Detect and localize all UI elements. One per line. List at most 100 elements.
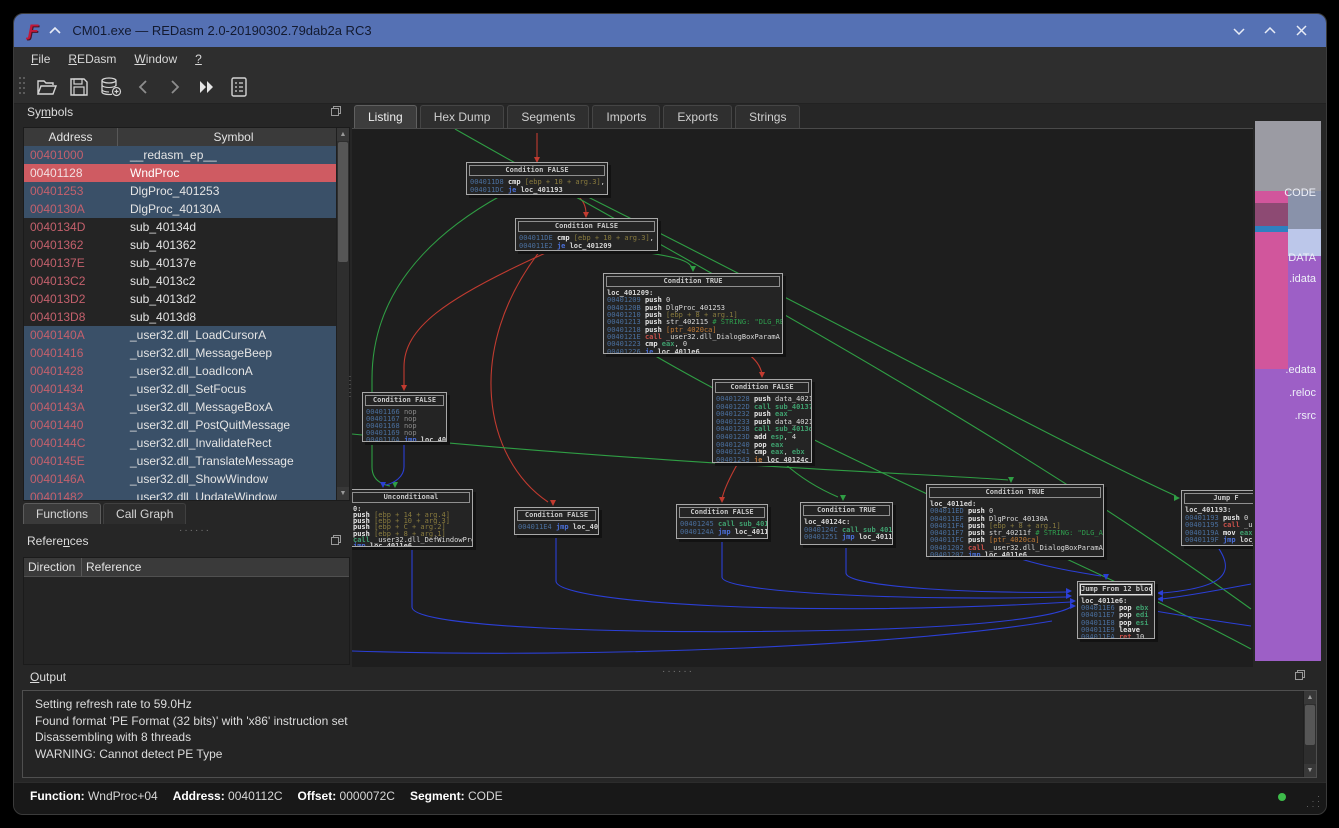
symbol-name: _user32.dll_LoadIconA [130,364,253,378]
goto-forward-button[interactable] [194,74,220,100]
block-code: loc_401193: 00401193 push 0 00401195 call … [1185,506,1253,545]
minimize-button[interactable] [1228,21,1250,41]
minimap-segment[interactable] [1255,232,1288,369]
minimap-segment[interactable] [1288,121,1321,191]
tab-functions[interactable]: Functions [23,503,102,524]
tab-segments[interactable]: Segments [507,105,590,128]
tab-hex-dump[interactable]: Hex Dump [419,105,505,128]
graph-block[interactable]: Condition FALSE 00401166 nop 00401167 nop 0… [362,392,447,442]
column-header-address[interactable]: Address [24,128,118,146]
symbol-row[interactable]: 0040134D sub_40134d [24,218,336,236]
back-button[interactable] [130,74,156,100]
tab-listing[interactable]: Listing [354,105,417,128]
toolbar-grip[interactable] [18,76,26,98]
symbol-row[interactable]: 00401440 _user32.dll_PostQuitMessage [24,416,336,434]
scroll-down-arrow[interactable]: ▼ [1304,764,1316,777]
block-header: Condition TRUE [803,505,890,516]
minimap-segment[interactable] [1255,369,1288,661]
symbol-row[interactable]: 00401362 sub_401362 [24,236,336,254]
symbol-row[interactable]: 00401434 _user32.dll_SetFocus [24,380,336,398]
resize-grip[interactable]: · · · · · · [1306,792,1320,811]
segment-label-edata: .edata [1285,364,1316,376]
window-shade-icon[interactable] [48,25,62,37]
open-file-button[interactable] [34,74,60,100]
tab-strings[interactable]: Strings [735,105,801,128]
menu-item-file[interactable]: File [22,49,59,69]
tab-imports[interactable]: Imports [592,105,661,128]
output-float-icon[interactable] [1294,669,1306,681]
symbol-row[interactable]: 0040143A _user32.dll_MessageBoxA [24,398,336,416]
forward-button[interactable] [162,74,188,100]
graph-block[interactable]: Condition FALSE 00401245 call sub_4013620… [676,504,768,539]
references-float-icon[interactable] [330,534,342,546]
close-button[interactable] [1290,21,1312,41]
graph-canvas[interactable]: Condition FALSE 004011D8 cmp [ebp + 10 + … [352,129,1253,667]
column-header-symbol[interactable]: Symbol [118,128,349,146]
segment-minimap[interactable]: CODE DATA .idata .edata .reloc .rsrc [1255,121,1321,661]
symbol-row[interactable]: 004013D2 sub_4013d2 [24,290,336,308]
scroll-up-arrow[interactable]: ▲ [337,128,349,141]
graph-block[interactable]: Condition TRUE loc_401209: 00401209 push 0… [603,273,783,354]
tab-exports[interactable]: Exports [663,105,733,128]
graph-block[interactable]: Condition TRUE loc_40124c: 0040124C call s… [800,502,893,545]
main-tab-bar: Listing Hex Dump Segments Imports Exports Str… [352,103,1253,129]
scroll-up-arrow[interactable]: ▲ [1304,691,1316,704]
symbol-row[interactable]: 0040130A DlgProc_40130A [24,200,336,218]
graph-block[interactable]: Condition FALSE 004011D8 cmp [ebp + 10 + … [466,162,608,195]
symbol-name: _user32.dll_LoadCursorA [130,328,267,342]
symbol-row[interactable]: 00401416 _user32.dll_MessageBeep [24,344,336,362]
block-header: Condition FALSE [517,510,596,521]
block-code: loc_4011ed: 004011ED push 0 004011EF push … [930,500,1103,557]
symbol-row[interactable]: 00401000 __redasm_ep__ [24,146,336,164]
symbol-row[interactable]: 004013C2 sub_4013c2 [24,272,336,290]
output-log-line: Disassembling with 8 threads [35,730,192,744]
menu-item-window[interactable]: Window [125,49,186,69]
symbol-address: 0040143A [30,400,85,414]
symbol-address: 0040134D [30,220,86,234]
minimap-segment[interactable] [1255,191,1288,203]
minimap-segment[interactable] [1255,203,1288,226]
symbol-address: 00401416 [30,346,84,360]
symbol-name: __redasm_ep__ [130,148,217,162]
symbol-row[interactable]: 0040146A _user32.dll_ShowWindow [24,470,336,488]
symbol-name: sub_401362 [130,238,197,252]
menu-item-redasm[interactable]: REDasm [59,49,125,69]
horizontal-splitter[interactable]: ······ [179,525,211,536]
report-button[interactable] [226,74,252,100]
maximize-button[interactable] [1259,21,1281,41]
minimap-segment[interactable] [1288,256,1321,661]
graph-block[interactable]: Jump F loc_401193: 00401193 push 0 00401195… [1181,490,1253,546]
minimap-segment[interactable] [1255,121,1288,191]
symbol-name: sub_4013c2 [130,274,196,288]
symbol-address: 004013C2 [30,274,86,288]
symbol-row[interactable]: 0040145E _user32.dll_TranslateMessage [24,452,336,470]
symbols-float-icon[interactable] [330,105,342,117]
output-splitter[interactable]: ······ [662,666,694,677]
symbol-row[interactable]: 004013D8 sub_4013d8 [24,308,336,326]
tab-call-graph[interactable]: Call Graph [103,503,187,524]
symbol-row[interactable]: 0040140A _user32.dll_LoadCursorA [24,326,336,344]
symbol-row[interactable]: 0040144C _user32.dll_InvalidateRect [24,434,336,452]
save-database-button[interactable] [98,74,124,100]
column-header-reference[interactable]: Reference [82,558,349,576]
scrollbar-thumb[interactable] [1305,705,1315,745]
symbol-row[interactable]: 00401482 _user32.dll_UpdateWindow [24,488,336,500]
menu-item-help[interactable]: ? [186,49,211,69]
symbol-address: 00401434 [30,382,84,396]
save-button[interactable] [66,74,92,100]
graph-block[interactable]: Jump From 12 blocksloc_4011e6:004011E6 p… [1077,581,1155,639]
symbol-row[interactable]: 00401253 DlgProc_401253 [24,182,336,200]
graph-block[interactable]: Condition FALSE 004011DE cmp [ebp + 10 + … [515,218,658,251]
symbol-row[interactable]: 00401428 _user32.dll_LoadIconA [24,362,336,380]
symbol-row[interactable]: 00401128 WndProc [24,164,336,182]
column-header-direction[interactable]: Direction [24,558,82,576]
graph-block[interactable]: Unconditional 0: push [ebp + 14 + arg.4] pu… [352,489,473,547]
scroll-down-arrow[interactable]: ▼ [337,487,349,500]
scrollbar-thumb[interactable] [338,142,348,262]
output-scrollbar[interactable]: ▲ ▼ [1303,691,1316,777]
graph-block[interactable]: Condition FALSE 00401228 push data_40218e… [712,379,812,463]
graph-block[interactable]: Condition FALSE 004011E4 jmp loc_4011e6 [514,507,599,535]
graph-block[interactable]: Condition TRUE loc_4011ed: 004011ED push 0… [926,484,1104,557]
symbol-row[interactable]: 0040137E sub_40137e [24,254,336,272]
symbols-scrollbar[interactable]: ▲ ▼ [336,128,349,500]
